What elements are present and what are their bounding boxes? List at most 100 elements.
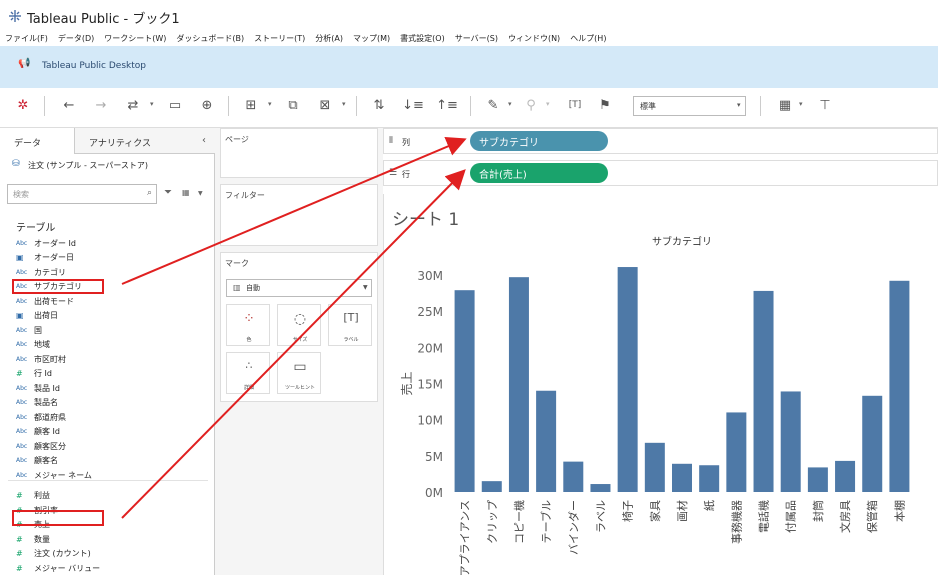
bar[interactable] [454,290,475,492]
swap-icon[interactable]: ⇅ [370,96,388,114]
show-cards-icon[interactable]: ▦ [776,96,794,114]
menu-item-8[interactable]: サーバー(S) [450,32,503,46]
menu-item-4[interactable]: ストーリー(T) [249,32,310,46]
field-row[interactable]: ▣ オーダー日 [16,251,211,266]
field-row[interactable]: Abc 都道府県 [16,410,211,425]
chevron-left-icon[interactable]: ‹ [202,135,206,146]
measures-divider [8,480,208,481]
clear-sheet-icon[interactable]: ⊠ [316,96,334,114]
color-button[interactable]: ⁘ 色 [226,304,270,346]
chevron-down-icon[interactable]: ▼ [198,190,203,197]
detail-button[interactable]: ∴ 詳細 [226,352,270,394]
chevron-down-icon[interactable]: ▾ [508,100,512,108]
bar[interactable] [617,267,638,492]
field-row[interactable]: # 数量 [16,532,211,547]
chevron-down-icon[interactable]: ▼ [363,284,368,291]
save-icon[interactable]: ▭ [166,96,184,114]
menu-item-9[interactable]: ウィンドウ(N) [503,32,565,46]
size-button[interactable]: ◌ サイズ [277,304,321,346]
field-row[interactable]: ▣ 出荷日 [16,309,211,324]
bar[interactable] [807,467,828,492]
field-row[interactable]: Abc 国 [16,323,211,338]
tab-analytics[interactable]: アナリティクス [75,128,215,154]
redo-icon[interactable]: → [92,96,110,114]
grid-view-icon[interactable]: ▦ [182,188,190,197]
fit-select[interactable]: 標準 [633,96,746,116]
menu-item-7[interactable]: 書式設定(O) [395,32,450,46]
bar[interactable] [753,290,774,492]
chevron-down-icon[interactable]: ▾ [268,100,272,108]
sort-descending-icon[interactable]: ↑≡ [436,96,458,114]
columns-shelf[interactable]: ⦀ 列 [383,128,938,154]
y-tick-label: 5M [425,450,443,464]
bar[interactable] [508,277,529,492]
menu-item-3[interactable]: ダッシュボード(B) [171,32,249,46]
tooltip-label: ツールヒント [284,385,315,391]
new-worksheet-icon[interactable]: ⊞ [242,96,260,114]
bar[interactable] [536,390,557,492]
chevron-down-icon[interactable]: ▾ [799,100,803,108]
highlight-icon[interactable]: ✎ [484,96,502,114]
pin-icon[interactable]: ⚑ [596,96,614,114]
bar[interactable] [672,463,692,492]
megaphone-icon: 📢 [18,58,31,69]
bar[interactable] [481,481,502,492]
search-icon[interactable]: ⌕ [147,188,152,198]
rows-shelf[interactable]: ☰ 行 [383,160,938,186]
field-row[interactable]: Abc 顧客区分 [16,439,211,454]
presentation-mode-icon[interactable]: ⊤ [816,96,834,114]
menu-item-2[interactable]: ワークシート(W) [99,32,171,46]
datasource-name[interactable]: 注文 (サンプル - スーパーストア) [28,160,148,171]
new-datasource-icon[interactable]: ⊕ [198,96,216,114]
chevron-down-icon[interactable]: ▾ [737,101,741,109]
bar-chart-icon: ▥ [233,283,241,292]
group-icon[interactable]: ⚲ [522,96,540,114]
bar[interactable] [780,391,801,492]
bar[interactable] [644,442,665,492]
menu-item-5[interactable]: 分析(A) [310,32,348,46]
tableau-home-icon[interactable]: ✲ [14,96,32,114]
filter-icon[interactable]: ⏷ [164,187,172,198]
field-row[interactable]: # 注文 (カウント) [16,547,211,562]
columns-pill-subcategory[interactable]: サブカテゴリ [470,131,608,151]
tab-data[interactable]: データ [0,128,75,154]
y-tick-label: 10M [417,414,443,428]
duplicate-icon[interactable]: ⧉ [284,96,302,114]
field-row[interactable]: Abc 出荷モード [16,294,211,309]
rows-pill-sum-sales[interactable]: 合計(売上) [470,163,608,183]
field-row[interactable]: # 利益 [16,489,211,504]
menu-item-1[interactable]: データ(D) [53,32,99,46]
chevron-down-icon[interactable]: ▾ [342,100,346,108]
chevron-down-icon[interactable]: ▾ [546,100,550,108]
filters-card[interactable]: フィルター [220,184,378,246]
bar[interactable] [590,484,611,492]
field-row[interactable]: # 行 Id [16,367,211,382]
bar[interactable] [699,465,720,492]
menu-item-10[interactable]: ヘルプ(H) [565,32,611,46]
bar[interactable] [835,460,856,492]
label-button[interactable]: [T] ラベル [328,304,372,346]
undo-icon[interactable]: ← [60,96,78,114]
label-icon[interactable]: [T] [566,96,584,114]
field-row[interactable]: Abc 製品 Id [16,381,211,396]
field-row[interactable]: Abc 地域 [16,338,211,353]
pages-card[interactable]: ページ [220,128,378,178]
field-row[interactable]: Abc 顧客 Id [16,425,211,440]
bar[interactable] [889,280,910,492]
field-row[interactable]: Abc 市区町村 [16,352,211,367]
sort-ascending-icon[interactable]: ↓≡ [402,96,424,114]
bar[interactable] [726,412,747,492]
field-row[interactable]: Abc 顧客名 [16,454,211,469]
field-row[interactable]: Abc オーダー Id [16,236,211,251]
replay-icon[interactable]: ⇄ [124,96,142,114]
field-row[interactable]: # メジャー バリュー [16,561,211,575]
search-input[interactable]: 検索 [7,184,157,204]
menu-item-6[interactable]: マップ(M) [348,32,395,46]
tooltip-button[interactable]: ▭ ツールヒント [277,352,321,394]
menu-item-0[interactable]: ファイル(F) [0,32,53,46]
field-row[interactable]: Abc カテゴリ [16,265,211,280]
bar[interactable] [563,461,584,492]
chevron-down-icon[interactable]: ▾ [150,100,154,108]
bar[interactable] [862,395,883,492]
field-row[interactable]: Abc 製品名 [16,396,211,411]
